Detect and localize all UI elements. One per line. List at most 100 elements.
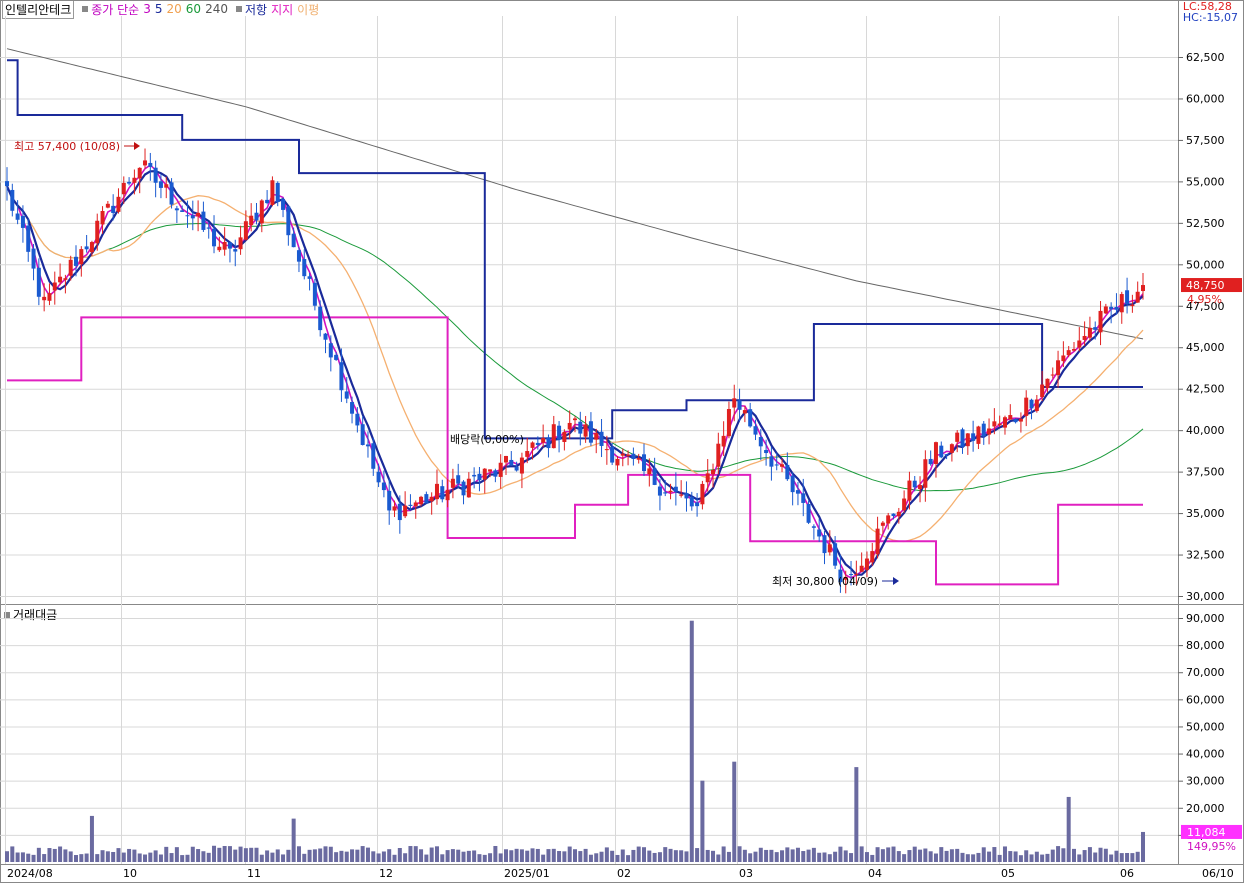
- candle-body: [84, 246, 89, 250]
- candle-body: [100, 211, 105, 225]
- volume-bar: [838, 846, 843, 862]
- volume-bar: [153, 850, 158, 862]
- volume-bar: [833, 851, 838, 862]
- candle-body: [328, 343, 333, 358]
- candle-body: [111, 205, 116, 213]
- volume-bar: [164, 846, 169, 862]
- candle-body: [424, 494, 429, 504]
- candle-body: [732, 398, 737, 408]
- volume-bar: [705, 849, 710, 862]
- candle-body: [859, 565, 864, 572]
- candle-body: [381, 482, 386, 491]
- volume-bar: [233, 849, 238, 862]
- candle-body: [429, 496, 434, 502]
- volume-bar: [519, 849, 524, 862]
- stock-chart[interactable]: 2024/08 10 11 12 2025/01 02 03 04 05 06 06/10 62,50…: [0, 0, 1244, 883]
- volume-bar: [249, 847, 254, 862]
- volume-bar: [960, 852, 965, 862]
- y-tick-label: 30,000: [1186, 590, 1225, 603]
- volume-bar: [1130, 853, 1135, 862]
- candle-body: [965, 433, 970, 447]
- candle-body: [801, 493, 806, 503]
- volume-bar: [1125, 852, 1130, 862]
- volume-bar: [817, 852, 822, 862]
- candle-body: [594, 433, 599, 440]
- candle-body: [466, 478, 471, 498]
- y-tick-label: 52,500: [1186, 217, 1225, 230]
- high-annotation: 최고 57,400 (10/08): [14, 140, 120, 153]
- candle-body: [923, 459, 928, 488]
- volume-bar: [657, 852, 662, 862]
- candle-body: [764, 450, 769, 454]
- volume-bar: [206, 852, 211, 862]
- volume-bar: [525, 850, 530, 862]
- candle-body: [1109, 306, 1114, 310]
- volume-bar: [339, 850, 344, 862]
- candle-body: [36, 267, 41, 297]
- volume-bar: [997, 854, 1002, 862]
- candle-body: [31, 248, 36, 269]
- low-arrow-head: [893, 577, 899, 585]
- volume-bar: [541, 854, 546, 862]
- volume-bar: [758, 847, 763, 862]
- volume-bar: [286, 849, 291, 862]
- volume-bar: [811, 847, 816, 862]
- candle-body: [949, 444, 954, 453]
- volume-bar: [1098, 847, 1103, 862]
- candle-body: [360, 424, 365, 445]
- x-tick-label: 10: [123, 867, 137, 880]
- volume-bar: [1018, 855, 1023, 862]
- y-tick-label: 35,000: [1186, 507, 1225, 520]
- candle-body: [647, 468, 652, 475]
- y-tick-label: 30,000: [1186, 775, 1225, 788]
- candle-body: [1141, 285, 1145, 292]
- volume-bar: [1071, 848, 1076, 862]
- volume-bar: [42, 854, 47, 862]
- volume-bar: [679, 850, 684, 862]
- candle-body: [817, 529, 822, 537]
- candle-body: [58, 276, 63, 283]
- volume-bar: [918, 849, 923, 862]
- volume-bar: [615, 854, 620, 862]
- x-tick-label: 12: [379, 867, 393, 880]
- candle-body: [1045, 378, 1050, 389]
- volume-bar: [95, 854, 100, 862]
- volume-bar: [408, 846, 413, 862]
- volume-bar: [891, 846, 896, 862]
- y-tick-label: 37,500: [1186, 466, 1225, 479]
- volume-bar: [111, 851, 116, 862]
- volume-bar: [10, 846, 15, 862]
- candle-body: [939, 445, 944, 458]
- candle-body: [737, 400, 742, 410]
- volume-bar: [822, 852, 827, 862]
- candle-body: [318, 306, 323, 331]
- candle-body: [918, 485, 923, 490]
- candle-body: [700, 483, 705, 505]
- candle-body: [365, 444, 370, 447]
- candle-body: [652, 468, 657, 485]
- candle-body: [758, 437, 763, 447]
- candle-body: [286, 206, 291, 236]
- volume-bar: [742, 849, 747, 862]
- volume-bar: [503, 849, 508, 862]
- volume-bar: [344, 851, 349, 862]
- volume-bar: [121, 852, 126, 862]
- candle-body: [578, 421, 583, 434]
- volume-bar: [854, 767, 859, 862]
- candle-body: [1098, 310, 1103, 333]
- volume-bar: [196, 849, 201, 862]
- candle-body: [976, 426, 981, 444]
- candle-body: [833, 543, 838, 566]
- volume-bar: [302, 853, 307, 862]
- volume-bar: [573, 849, 577, 862]
- volume-bar: [360, 846, 365, 862]
- candle-body: [302, 258, 307, 277]
- candle-body: [748, 409, 753, 427]
- candle-body: [42, 296, 47, 301]
- candle-body: [1114, 306, 1119, 310]
- volume-bar: [684, 851, 689, 862]
- candle-body: [1029, 399, 1034, 409]
- candle-body: [217, 246, 222, 251]
- candle-body: [238, 237, 243, 250]
- candle-body: [711, 470, 716, 475]
